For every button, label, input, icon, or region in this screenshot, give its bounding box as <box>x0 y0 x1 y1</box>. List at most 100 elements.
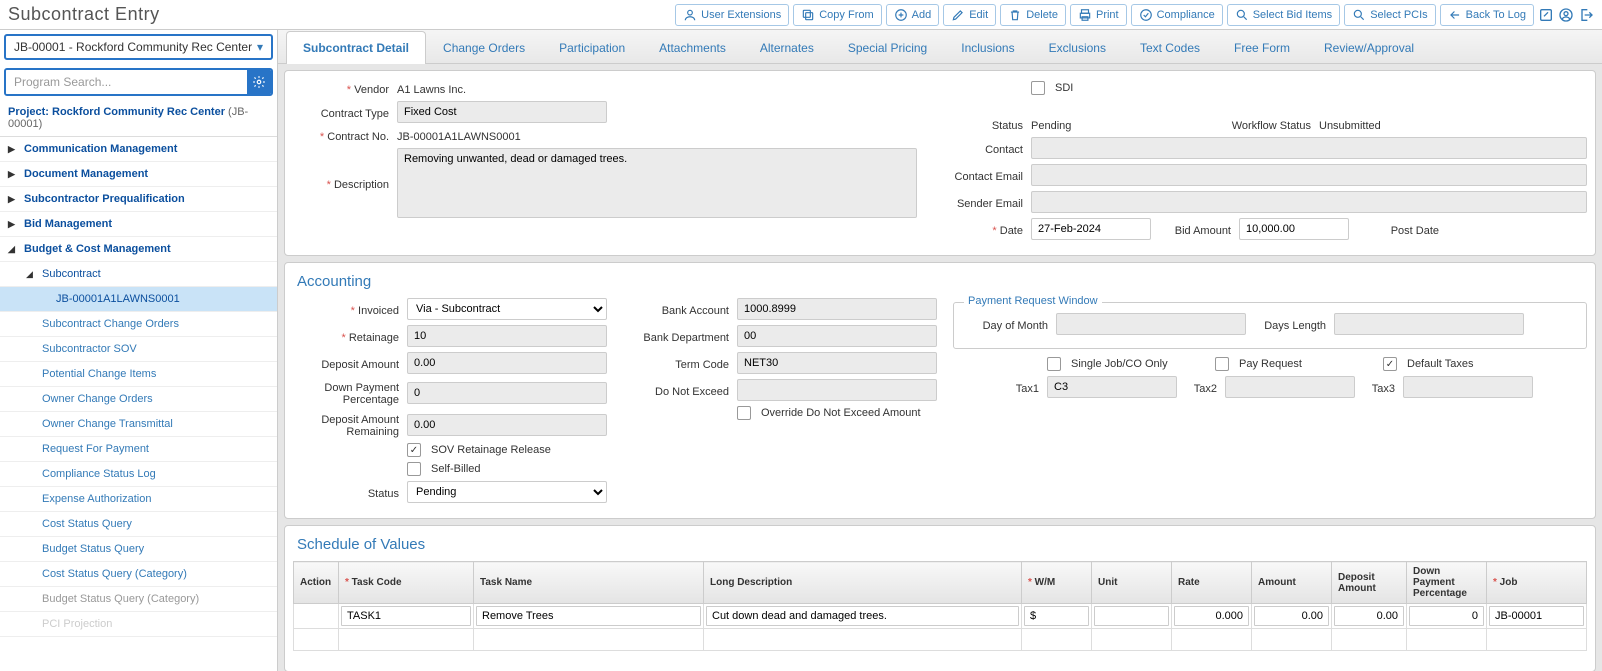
delete-button[interactable]: Delete <box>1000 4 1066 26</box>
tab-change-orders[interactable]: Change Orders <box>426 31 542 64</box>
override-dne-checkbox[interactable] <box>737 406 751 420</box>
contact-input[interactable] <box>1031 137 1587 159</box>
sidebar-group-budget[interactable]: ◢Budget & Cost Management <box>0 237 277 262</box>
retainage-input[interactable] <box>407 325 607 347</box>
sov-wm-input[interactable] <box>1024 606 1089 626</box>
tab-inclusions[interactable]: Inclusions <box>944 31 1031 64</box>
down-pct-input[interactable] <box>407 382 607 404</box>
sov-task-name-input[interactable] <box>476 606 701 626</box>
tab-special-pricing[interactable]: Special Pricing <box>831 31 944 64</box>
tab-alternates[interactable]: Alternates <box>743 31 831 64</box>
pay-request-checkbox[interactable] <box>1215 357 1229 371</box>
copy-from-button[interactable]: Copy From <box>793 4 881 26</box>
project-dropdown[interactable]: JB-00001 - Rockford Community Rec Center… <box>4 34 273 60</box>
sidebar-item-bsqc[interactable]: Budget Status Query (Category) <box>0 587 277 612</box>
down-pct-label: Down Payment Percentage <box>293 379 403 406</box>
tab-participation[interactable]: Participation <box>542 31 642 64</box>
contract-type-input[interactable] <box>397 101 607 123</box>
sidebar-item-csq[interactable]: Cost Status Query <box>0 512 277 537</box>
sov-header-job[interactable]: * Job <box>1487 562 1587 604</box>
sov-retainage-checkbox[interactable]: ✓ <box>407 443 421 457</box>
sender-email-input[interactable] <box>1031 191 1587 213</box>
tax1-input[interactable] <box>1047 376 1177 398</box>
print-button[interactable]: Print <box>1070 4 1127 26</box>
single-job-checkbox[interactable] <box>1047 357 1061 371</box>
compliance-button[interactable]: Compliance <box>1131 4 1223 26</box>
edit-icon[interactable] <box>1538 7 1554 23</box>
sidebar-item-bsq[interactable]: Budget Status Query <box>0 537 277 562</box>
bank-account-input[interactable] <box>737 298 937 320</box>
edit-button[interactable]: Edit <box>943 4 996 26</box>
tab-subcontract-detail[interactable]: Subcontract Detail <box>286 31 426 64</box>
sov-long-desc-input[interactable] <box>706 606 1019 626</box>
deposit-remaining-input[interactable] <box>407 414 607 436</box>
sidebar-item-oco[interactable]: Owner Change Orders <box>0 387 277 412</box>
sidebar-item-sco[interactable]: Subcontract Change Orders <box>0 312 277 337</box>
contact-email-input[interactable] <box>1031 164 1587 186</box>
select-pci-button[interactable]: Select PCIs <box>1344 4 1435 26</box>
sidebar-subcontract[interactable]: ◢Subcontract <box>0 262 277 287</box>
self-billed-checkbox[interactable] <box>407 462 421 476</box>
sov-deposit-input[interactable] <box>1334 606 1404 626</box>
dne-input[interactable] <box>737 379 937 401</box>
days-length-input[interactable] <box>1334 313 1524 335</box>
sov-unit-input[interactable] <box>1094 606 1169 626</box>
sdi-checkbox[interactable] <box>1031 81 1045 95</box>
bank-dept-input[interactable] <box>737 325 937 347</box>
sov-header-task-code[interactable]: * Task Code <box>339 562 474 604</box>
tab-text-codes[interactable]: Text Codes <box>1123 31 1217 64</box>
sidebar-item-pcip[interactable]: PCI Projection <box>0 612 277 637</box>
deposit-amount-input[interactable] <box>407 352 607 374</box>
sov-header-long-desc[interactable]: Long Description <box>704 562 1022 604</box>
sov-header-deposit[interactable]: Deposit Amount <box>1332 562 1407 604</box>
search-settings-button[interactable] <box>247 70 271 94</box>
invoiced-select[interactable]: Via - Subcontract <box>407 298 607 320</box>
tax3-input[interactable] <box>1403 376 1533 398</box>
sidebar-item-oct[interactable]: Owner Change Transmittal <box>0 412 277 437</box>
description-textarea[interactable]: Removing unwanted, dead or damaged trees… <box>397 148 917 218</box>
acct-status-select[interactable]: Pending <box>407 481 607 503</box>
program-search-input[interactable] <box>6 70 247 94</box>
select-bid-button[interactable]: Select Bid Items <box>1227 4 1340 26</box>
logout-icon[interactable] <box>1578 7 1594 23</box>
term-code-input[interactable] <box>737 352 937 374</box>
sidebar-group-bid[interactable]: ▶Bid Management <box>0 212 277 237</box>
sov-panel: Schedule of Values Action * Task Code Ta… <box>284 525 1596 671</box>
tab-attachments[interactable]: Attachments <box>642 31 743 64</box>
sov-header-unit[interactable]: Unit <box>1092 562 1172 604</box>
sidebar-item-csqc[interactable]: Cost Status Query (Category) <box>0 562 277 587</box>
sidebar-item-ea[interactable]: Expense Authorization <box>0 487 277 512</box>
sidebar-item-pci[interactable]: Potential Change Items <box>0 362 277 387</box>
user-circle-icon[interactable] <box>1558 7 1574 23</box>
bid-amount-input[interactable] <box>1239 218 1349 240</box>
sov-rate-input[interactable] <box>1174 606 1249 626</box>
sidebar-group-communication[interactable]: ▶Communication Management <box>0 137 277 162</box>
user-extensions-button[interactable]: User Extensions <box>675 4 789 26</box>
sov-task-code-input[interactable] <box>341 606 471 626</box>
add-button[interactable]: Add <box>886 4 940 26</box>
sidebar-item-selected-contract[interactable]: JB-00001A1LAWNS0001 <box>0 287 277 312</box>
sidebar-item-rfp[interactable]: Request For Payment <box>0 437 277 462</box>
sov-header-task-name[interactable]: Task Name <box>474 562 704 604</box>
tab-free-form[interactable]: Free Form <box>1217 31 1307 64</box>
sidebar-item-csl[interactable]: Compliance Status Log <box>0 462 277 487</box>
tab-review-approval[interactable]: Review/Approval <box>1307 31 1431 64</box>
sov-header-action[interactable]: Action <box>294 562 339 604</box>
sov-header-amount[interactable]: Amount <box>1252 562 1332 604</box>
retainage-label: Retainage <box>293 329 403 344</box>
tab-exclusions[interactable]: Exclusions <box>1032 31 1123 64</box>
sov-amount-input[interactable] <box>1254 606 1329 626</box>
sov-header-wm[interactable]: * W/M <box>1022 562 1092 604</box>
default-taxes-checkbox[interactable]: ✓ <box>1383 357 1397 371</box>
date-input[interactable] <box>1031 218 1151 240</box>
sidebar-item-ssov[interactable]: Subcontractor SOV <box>0 337 277 362</box>
sov-header-rate[interactable]: Rate <box>1172 562 1252 604</box>
day-of-month-input[interactable] <box>1056 313 1246 335</box>
sidebar-group-subcontractor-prequal[interactable]: ▶Subcontractor Prequalification <box>0 187 277 212</box>
back-to-log-button[interactable]: Back To Log <box>1440 4 1534 26</box>
sov-down-pct-input[interactable] <box>1409 606 1484 626</box>
tax2-input[interactable] <box>1225 376 1355 398</box>
sov-header-down-pct[interactable]: Down Payment Percentage <box>1407 562 1487 604</box>
sidebar-group-document[interactable]: ▶Document Management <box>0 162 277 187</box>
sov-job-input[interactable] <box>1489 606 1584 626</box>
